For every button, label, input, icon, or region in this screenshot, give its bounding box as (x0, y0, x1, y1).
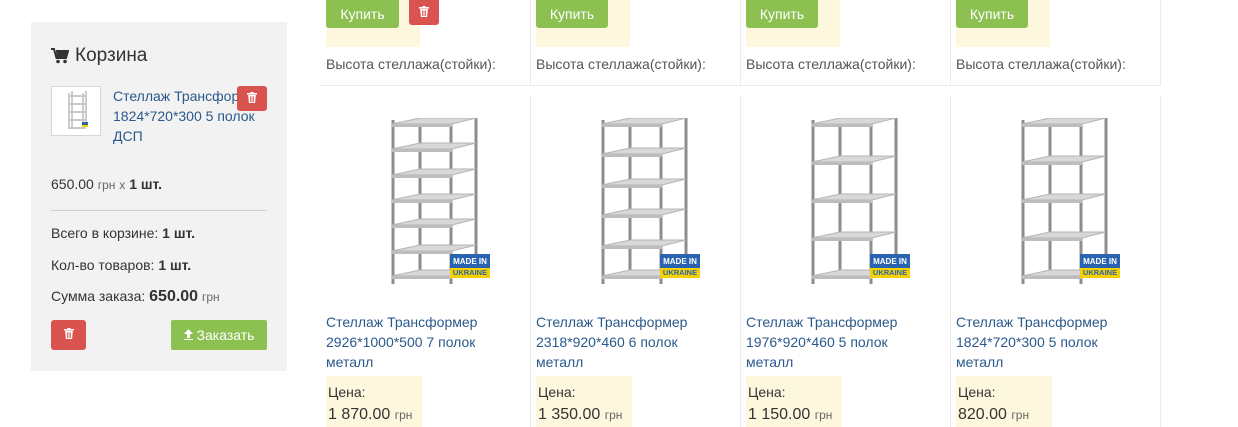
buy-button[interactable]: Купить (536, 0, 608, 28)
cart-sum-label: Сумма заказа: (51, 288, 146, 304)
shelf-height-label: Высота стеллажа(стойки): (956, 56, 1126, 72)
price-currency: грн (1011, 408, 1030, 422)
cart-divider (51, 210, 267, 211)
trash-icon (247, 90, 257, 108)
order-button[interactable]: Заказать (171, 320, 267, 350)
svg-text:MADE IN: MADE IN (1083, 257, 1117, 266)
product-image[interactable]: MADE IN UKRAINE (380, 117, 492, 288)
svg-text:UKRAINE: UKRAINE (453, 268, 487, 277)
grid-separator (530, 0, 531, 86)
buy-button[interactable]: Купить (326, 0, 399, 28)
svg-text:UKRAINE: UKRAINE (873, 268, 907, 277)
product-image[interactable]: MADE IN UKRAINE (1010, 117, 1122, 288)
price-label: Цена: (538, 384, 576, 400)
cart-item-thumbnail[interactable] (51, 86, 101, 136)
cart-clear-button[interactable] (51, 320, 86, 350)
grid-separator (950, 96, 951, 427)
product-price-box: Цена: 1 350.00 грн (536, 376, 632, 427)
grid-row-separator (320, 85, 1161, 86)
price-label: Цена: (958, 384, 996, 400)
grid-separator (1160, 96, 1161, 427)
buy-button[interactable]: Купить (956, 0, 1028, 28)
product-name-link[interactable]: Стеллаж Трансформер 2926*1000*500 7 поло… (326, 312, 516, 372)
cart-item-times: x (119, 178, 126, 192)
cart-total-label: Всего в корзине: (51, 225, 159, 241)
shelf-height-label: Высота стеллажа(стойки): (746, 56, 916, 72)
cart-total-line: Всего в корзине: 1 шт. (51, 225, 195, 241)
product-price-box: Цена: 820.00 грн (956, 376, 1052, 427)
product-image[interactable]: MADE IN UKRAINE (590, 117, 702, 288)
product-price-box: Цена: 1 150.00 грн (746, 376, 842, 427)
order-button-label: Заказать (196, 327, 255, 343)
svg-text:UKRAINE: UKRAINE (663, 268, 697, 277)
made-in-ukraine-badge: MADE IN UKRAINE (870, 254, 910, 278)
price-value: 1 870.00 грн (328, 406, 412, 424)
cart-item-price: 650.00 грн x 1 шт. (51, 176, 162, 192)
cart-icon (51, 48, 69, 64)
shelf-height-label: Высота стеллажа(стойки): (326, 56, 496, 72)
cart-panel: Корзина Стеллаж Трансформер 1824*720*300… (31, 22, 287, 371)
price-label: Цена: (748, 384, 786, 400)
cart-sum-value: 650.00 (149, 288, 199, 305)
price-amount: 1 350.00 (538, 406, 601, 423)
cart-sum-line: Сумма заказа: 650.00 грн (51, 288, 220, 306)
price-amount: 1 870.00 (328, 406, 391, 423)
trash-icon (63, 326, 74, 344)
price-label: Цена: (328, 384, 366, 400)
price-currency: грн (394, 408, 413, 422)
product-image[interactable]: MADE IN UKRAINE (800, 117, 912, 288)
svg-text:MADE IN: MADE IN (453, 257, 487, 266)
cart-item-price-value: 650.00 (51, 176, 94, 192)
svg-text:MADE IN: MADE IN (873, 257, 907, 266)
upload-icon (183, 327, 193, 343)
cart-count-value: 1 шт. (158, 257, 192, 273)
svg-text:UKRAINE: UKRAINE (1083, 268, 1117, 277)
product-name-link[interactable]: Стеллаж Трансформер 1976*920*460 5 полок… (746, 312, 936, 372)
grid-separator (740, 0, 741, 86)
price-amount: 1 150.00 (748, 406, 811, 423)
made-in-ukraine-badge: MADE IN UKRAINE (450, 254, 490, 278)
cart-title: Корзина (75, 45, 148, 66)
cart-total-value: 1 шт. (162, 225, 196, 241)
cart-sum-currency: грн (201, 290, 220, 304)
buy-button[interactable]: Купить (746, 0, 818, 28)
price-value: 1 350.00 грн (538, 406, 622, 424)
price-value: 820.00 грн (958, 406, 1029, 424)
remove-from-cart-button[interactable] (409, 0, 439, 25)
cart-header: Корзина (51, 45, 147, 67)
cart-item-qty: 1 шт. (129, 176, 163, 192)
made-in-ukraine-badge: MADE IN UKRAINE (660, 254, 700, 278)
cart-item-remove-button[interactable] (237, 86, 267, 111)
grid-separator (530, 96, 531, 427)
cart-count-label: Кол-во товаров: (51, 257, 155, 273)
price-currency: грн (604, 408, 623, 422)
product-price-box: Цена: 1 870.00 грн (326, 376, 422, 427)
svg-text:MADE IN: MADE IN (663, 257, 697, 266)
cart-item-currency: грн (97, 178, 116, 192)
product-name-link[interactable]: Стеллаж Трансформер 1824*720*300 5 полок… (956, 312, 1146, 372)
cart-count-line: Кол-во товаров: 1 шт. (51, 257, 191, 273)
trash-icon (419, 4, 429, 22)
price-value: 1 150.00 грн (748, 406, 832, 424)
shelf-height-label: Высота стеллажа(стойки): (536, 56, 706, 72)
grid-separator (950, 0, 951, 86)
grid-separator (1160, 0, 1161, 86)
price-amount: 820.00 (958, 406, 1007, 423)
grid-separator (740, 96, 741, 427)
price-currency: грн (814, 408, 833, 422)
product-name-link[interactable]: Стеллаж Трансформер 2318*920*460 6 полок… (536, 312, 726, 372)
made-in-ukraine-badge: MADE IN UKRAINE (1080, 254, 1120, 278)
